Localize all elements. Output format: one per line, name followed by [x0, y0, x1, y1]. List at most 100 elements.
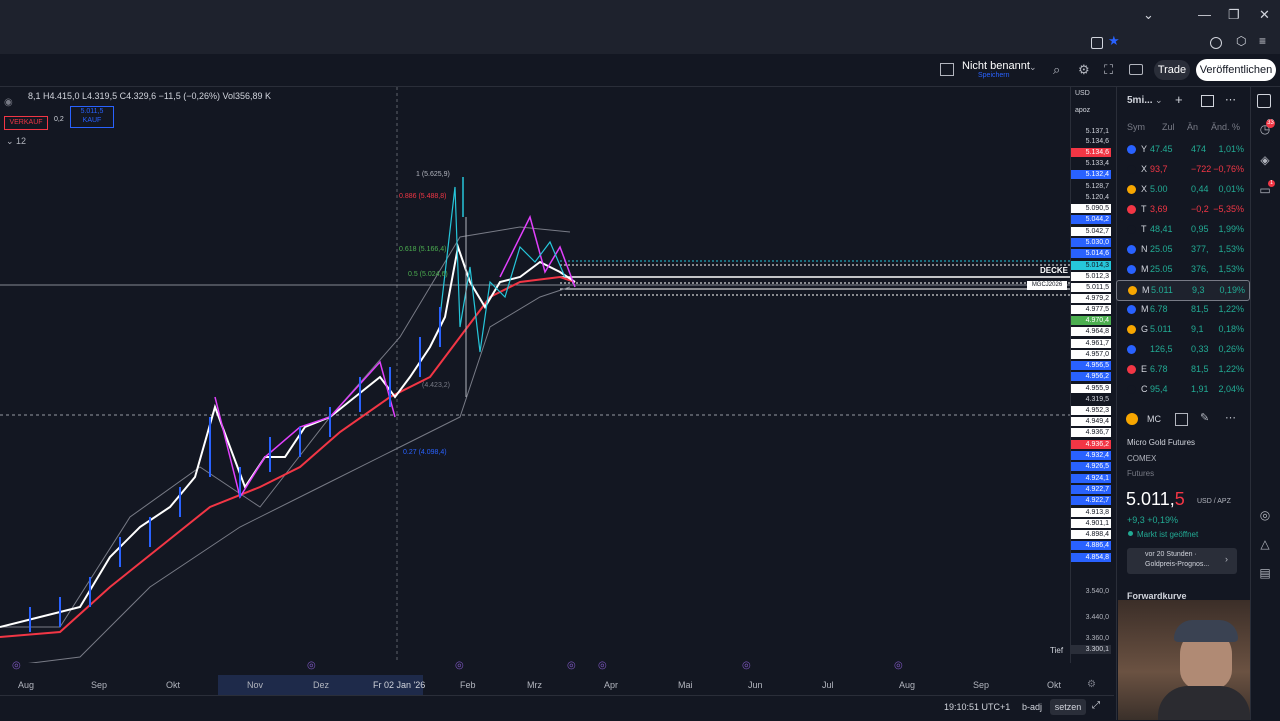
triangle-icon[interactable]: △ [1257, 537, 1273, 553]
close-button[interactable]: ✕ [1259, 7, 1270, 23]
add-symbol-icon[interactable]: + [1175, 92, 1183, 107]
fib-level-1: 1 (5.625,9) [416, 171, 450, 178]
symbol-short[interactable]: MC [1147, 414, 1161, 424]
layers-icon[interactable]: ◈ [1257, 153, 1273, 169]
col-header-change[interactable]: Än [1187, 122, 1198, 132]
event-marker-icon[interactable]: ◎ [455, 660, 464, 671]
maximize-button[interactable]: ❐ [1228, 7, 1240, 23]
screenshot-icon[interactable] [1091, 37, 1103, 49]
symbol-logo-icon [1127, 365, 1136, 374]
symbol-exchange: COMEX [1127, 454, 1157, 463]
layout-grid-icon[interactable] [940, 63, 954, 76]
trade-button[interactable]: Trade [1154, 60, 1190, 80]
adjustment-toggle[interactable]: b-adj [1022, 702, 1042, 712]
extensions-icon[interactable]: ⬡ [1236, 34, 1246, 48]
unit-label[interactable]: apoz [1075, 107, 1090, 114]
layout-name[interactable]: Nicht benannt [962, 60, 1030, 72]
watchlist-icon[interactable] [1257, 94, 1271, 108]
chevron-down-icon[interactable]: ⌄ [1143, 7, 1154, 23]
watchlist-title[interactable]: 5mi... [1127, 95, 1153, 106]
reset-button[interactable]: setzen [1050, 699, 1086, 715]
edit-icon[interactable]: ✎ [1200, 411, 1209, 424]
news-item[interactable]: vor 20 Stunden · Goldpreis-Prognos... › [1127, 548, 1237, 574]
price-axis-label: 5.090,5 [1071, 204, 1111, 213]
price-axis-label: 5.128,7 [1071, 182, 1111, 191]
price-axis[interactable]: USD apoz 5.137,1 5.134,6 5.134,6 5.133,4 5.1… [1070, 87, 1115, 663]
watchlist-last: 47.45 [1150, 144, 1173, 154]
event-marker-icon[interactable]: ◎ [598, 660, 607, 671]
event-marker-icon[interactable]: ◎ [742, 660, 751, 671]
buy-price: 5.011,5 [80, 108, 104, 115]
watchlist-change: 9,3 [1192, 285, 1205, 295]
watchlist-row[interactable]: C 95,4 1,91 2,04% [1116, 380, 1248, 399]
chart-canvas [0, 87, 1070, 663]
watchlist-row[interactable]: G 5.011 9,1 0,18% [1116, 320, 1248, 339]
symbol-logo-icon [1128, 286, 1137, 295]
watchlist-row[interactable]: M 6.78 81,5 1,22% [1116, 300, 1248, 319]
col-header-last[interactable]: Zul [1162, 122, 1175, 132]
watchlist-row[interactable]: M 25.05 376, 1,53% [1116, 260, 1248, 279]
more-options-icon[interactable]: ⋯ [1225, 93, 1236, 106]
indicator-count[interactable]: ⌄ 12 [6, 136, 26, 147]
layout-save-link[interactable]: Speichern [978, 72, 1010, 79]
watchlist-change-pct: 0,26% [1218, 344, 1244, 354]
maximize-panel-icon[interactable]: ⤢ [1092, 700, 1100, 711]
quick-search-icon[interactable]: ⌕ [1053, 62, 1060, 78]
watchlist-change-pct: 1,01% [1218, 144, 1244, 154]
watchlist-change-pct: 0,01% [1218, 184, 1244, 194]
watchlist-change: 81,5 [1191, 304, 1209, 314]
watchlist-row[interactable]: E 6.78 81,5 1,22% [1116, 360, 1248, 379]
price-axis-label: 4.957,0 [1071, 350, 1111, 359]
watchlist-symbol: Y [1141, 144, 1148, 154]
watchlist-change: 0,33 [1191, 344, 1209, 354]
minimize-button[interactable]: — [1198, 7, 1211, 22]
watchlist-row[interactable]: M 5.011 9,3 0,19% [1116, 280, 1250, 301]
price-chart[interactable] [0, 87, 1070, 663]
watchlist-change: 0,44 [1191, 184, 1209, 194]
price-axis-label: 5.137,1 [1071, 127, 1111, 136]
chevron-down-icon[interactable]: ⌄ [1029, 62, 1037, 73]
star-icon[interactable]: ★ [1108, 33, 1120, 49]
symbol-price-tail: 5 [1174, 489, 1185, 509]
time-axis[interactable]: Aug Sep Okt Nov Dez Fr 02 Jan '26 Feb Mrz Apr Mai… [0, 675, 1110, 695]
symbol-currency: USD / APZ [1197, 498, 1231, 505]
target-icon[interactable]: ◎ [1257, 508, 1273, 524]
watchlist-row[interactable]: 126,5 0,33 0,26% [1116, 340, 1248, 359]
watchlist-row[interactable]: T 3,69 −0,2 −5,35% [1116, 200, 1248, 219]
watchlist-row[interactable]: Y 47.45 474 1,01% [1116, 140, 1248, 159]
watchlist-change: 377, [1191, 244, 1209, 254]
symbol-logo-icon [1127, 325, 1136, 334]
eye-icon[interactable]: ◉ [4, 97, 14, 108]
time-axis-label: Okt [166, 680, 181, 690]
watchlist-row[interactable]: X 93,7 −722 −0,76% [1116, 160, 1248, 179]
watchlist-row[interactable]: N 25.05 377, 1,53% [1116, 240, 1248, 259]
watchlist-row[interactable]: T 48,41 0,95 1,99% [1116, 220, 1248, 239]
camera-icon[interactable] [1129, 64, 1143, 75]
settings-gear-icon[interactable]: ⚙ [1078, 62, 1090, 78]
grid-icon[interactable] [1175, 413, 1188, 426]
publish-button[interactable]: Veröffentlichen [1196, 59, 1276, 81]
calendar-icon[interactable]: ▤ [1257, 566, 1273, 582]
watchlist-change-pct: 2,04% [1218, 384, 1244, 394]
more-options-icon[interactable]: ⋯ [1225, 411, 1236, 424]
chevron-down-icon[interactable]: ⌄ [1155, 95, 1163, 106]
event-marker-icon[interactable]: ◎ [567, 660, 576, 671]
price-axis-label: 4.926,5 [1071, 462, 1111, 471]
fullscreen-icon[interactable]: ⛶ [1104, 62, 1113, 78]
col-header-symbol[interactable]: Sym [1127, 122, 1145, 132]
menu-icon[interactable]: ≡ [1259, 34, 1266, 48]
watchlist-symbol: E [1141, 364, 1148, 374]
axis-settings-icon[interactable]: ⚙ [1087, 679, 1096, 690]
watchlist-row[interactable]: X 5.00 0,44 0,01% [1116, 180, 1248, 199]
col-header-change-pct[interactable]: Änd. % [1211, 122, 1240, 132]
event-marker-icon[interactable]: ◎ [894, 660, 903, 671]
table-view-icon[interactable] [1201, 95, 1214, 107]
watchlist-symbol: G [1141, 324, 1149, 334]
sell-button[interactable]: VERKAUF [4, 116, 48, 130]
clock[interactable]: 19:10:51 UTC+1 [944, 702, 1010, 712]
event-marker-icon[interactable]: ◎ [307, 660, 316, 671]
account-icon[interactable] [1210, 37, 1222, 49]
buy-button[interactable]: 5.011,5 KAUF [70, 106, 114, 128]
event-marker-icon[interactable]: ◎ [12, 660, 21, 671]
currency-label[interactable]: USD [1075, 90, 1090, 97]
